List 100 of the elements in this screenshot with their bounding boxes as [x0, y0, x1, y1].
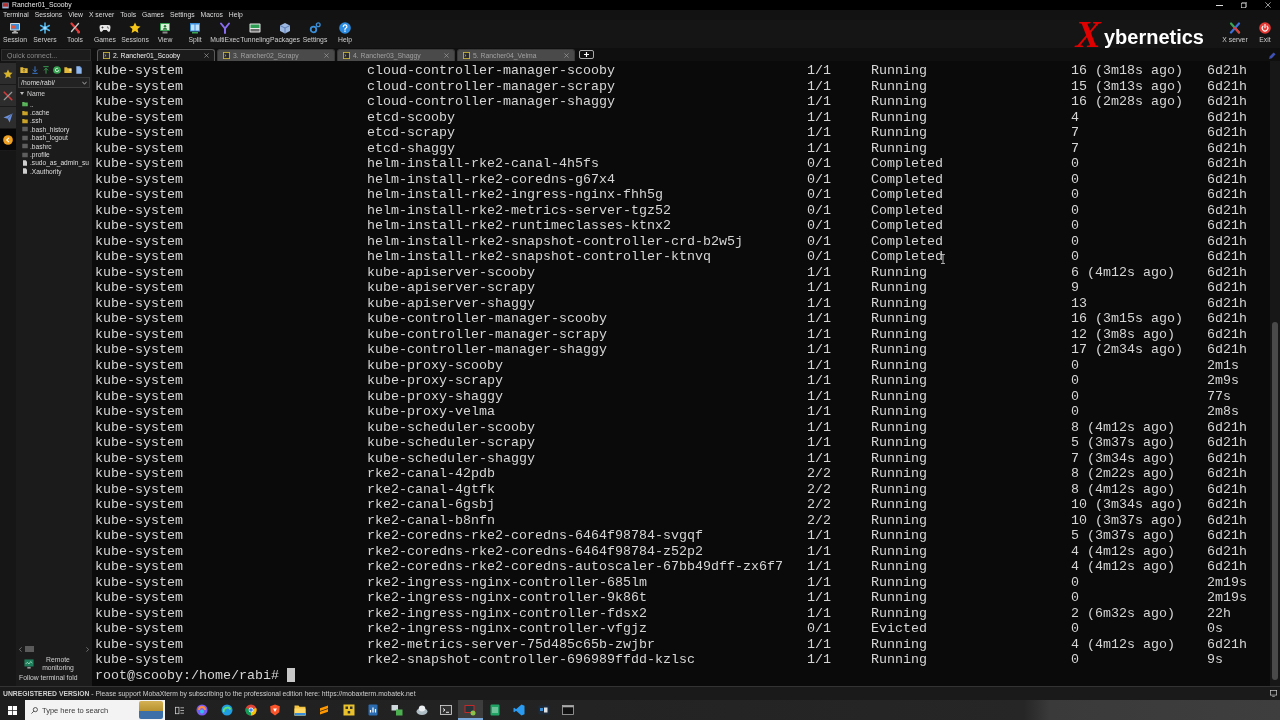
output-text: 6d21h [1207, 481, 1247, 497]
output-text: 6d21h [1207, 63, 1247, 79]
scrollbar-thumb[interactable] [25, 646, 34, 652]
scroll-left-icon[interactable] [19, 646, 22, 652]
output-text: kube-apiserver-scrapy [367, 280, 535, 296]
output-text: kube-system [95, 621, 183, 637]
minimize-icon[interactable] [1216, 4, 1223, 6]
output-text: 1/1 [807, 94, 831, 110]
output-text: kube-system [95, 404, 183, 420]
side-tab[interactable] [0, 63, 16, 85]
output-text: kube-system [95, 295, 183, 311]
close-icon[interactable] [204, 53, 209, 58]
screen-icon[interactable] [1270, 690, 1277, 697]
output-text: Running [871, 481, 927, 497]
output-text: kube-system [95, 528, 183, 544]
output-text: kube-system [95, 605, 183, 621]
output-text: kube-system [95, 78, 183, 94]
output-text: kube-system [95, 559, 183, 575]
output-text: kube-system [95, 249, 183, 265]
output-text: Running [871, 590, 927, 606]
output-text: 0/1 [807, 621, 831, 637]
gamepad-icon [99, 22, 111, 34]
output-text: kube-scheduler-scooby [367, 419, 535, 435]
asterisk-icon [39, 22, 51, 34]
output-text: helm-install-rke2-metrics-server-tgz52 [367, 202, 671, 218]
search-icon [31, 706, 38, 714]
output-text: 1/1 [807, 543, 831, 559]
output-text: 8 (4m12s ago) [1071, 481, 1175, 497]
restore-icon[interactable] [1241, 2, 1247, 8]
output-text: kube-system [95, 636, 183, 652]
output-text: 6d21h [1207, 187, 1247, 203]
output-text: 1/1 [807, 528, 831, 544]
output-text: rke2-canal-6gsbj [367, 497, 495, 513]
output-text: kube-controller-manager-scooby [367, 311, 607, 327]
panel-icon [249, 22, 261, 34]
output-text: Running [871, 326, 927, 342]
output-text: 0/1 [807, 156, 831, 172]
output-text: 0 [1071, 388, 1079, 404]
output-text: kube-system [95, 125, 183, 141]
output-text: rke2-coredns-rke2-coredns-6464f98784-svgqf [367, 528, 703, 544]
output-text: 1/1 [807, 605, 831, 621]
upload-icon[interactable] [42, 65, 50, 74]
output-text: Running [871, 543, 927, 559]
output-text: kube-system [95, 109, 183, 125]
output-text: kube-system [95, 342, 183, 358]
output-text: cloud-controller-manager-scrapy [367, 78, 615, 94]
output-text: 2 (6m32s ago) [1071, 605, 1175, 621]
document-icon[interactable] [75, 65, 83, 74]
prompt-text: root@scooby:/home/rabi# [95, 667, 279, 683]
output-text: rke2-ingress-nginx-controller-vfgjz [367, 621, 647, 637]
output-text: kube-system [95, 388, 183, 404]
output-text: kube-system [95, 311, 183, 327]
side-tab[interactable] [0, 129, 16, 151]
pen-icon[interactable] [1269, 52, 1276, 59]
output-text: Running [871, 342, 927, 358]
output-text: 0 [1071, 590, 1079, 606]
output-text: 0 [1071, 156, 1079, 172]
output-text: Running [871, 63, 927, 79]
output-text: kube-apiserver-scooby [367, 264, 535, 280]
output-text: helm-install-rke2-snapshot-controller-ktnvq [367, 249, 711, 265]
taskbar-app[interactable] [458, 700, 483, 720]
scroll-right-icon[interactable] [86, 646, 89, 652]
output-text: 1/1 [807, 342, 831, 358]
folder-icon [293, 704, 306, 716]
star-icon [129, 22, 141, 34]
output-text: 1/1 [807, 404, 831, 420]
side-tab[interactable] [0, 107, 16, 129]
start-menu-icon[interactable] [8, 705, 17, 715]
output-text: kube-system [95, 435, 183, 451]
output-text: kube-system [95, 512, 183, 528]
output-text: 6d21h [1207, 171, 1247, 187]
output-text: 2/2 [807, 512, 831, 528]
output-text: Running [871, 435, 927, 451]
refresh-icon[interactable] [53, 65, 61, 74]
output-text: 6d21h [1207, 140, 1247, 156]
task-view-icon[interactable] [175, 705, 184, 715]
output-text: 16 (3m18s ago) [1071, 63, 1183, 79]
cross-icon [1229, 22, 1241, 34]
scrollbar-thumb[interactable] [1272, 322, 1278, 680]
output-text: 0 [1071, 202, 1079, 218]
new-tab-button[interactable] [579, 50, 594, 59]
output-text: 2/2 [807, 466, 831, 482]
dome-icon [415, 704, 428, 716]
settings-icon [309, 22, 321, 34]
folder-up-icon[interactable] [20, 65, 28, 74]
output-text: Completed [871, 156, 943, 172]
shield-icon [269, 704, 282, 716]
side-tab[interactable] [0, 85, 16, 107]
new-folder-icon[interactable] [64, 65, 72, 74]
output-text: 0 [1071, 357, 1079, 373]
output-text: kube-system [95, 156, 183, 172]
output-text: 1/1 [807, 264, 831, 280]
output-text: 6d21h [1207, 264, 1247, 280]
split-window-icon [189, 22, 201, 34]
output-text: 5 (3m37s ago) [1071, 528, 1175, 544]
output-text: 16 (2m28s ago) [1071, 94, 1183, 110]
spreadsheet-icon [488, 704, 501, 716]
output-text: kube-system [95, 481, 183, 497]
output-text: 8 (4m12s ago) [1071, 419, 1175, 435]
caret-down-icon[interactable] [20, 92, 24, 95]
